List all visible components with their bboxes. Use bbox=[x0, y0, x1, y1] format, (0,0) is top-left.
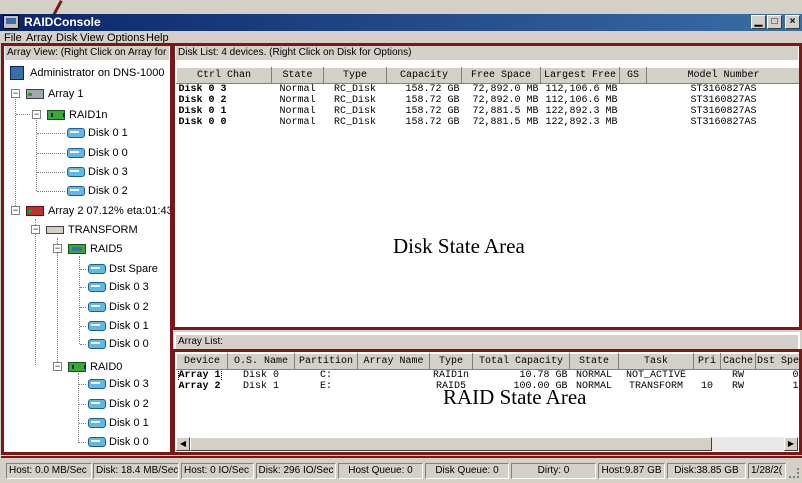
status-host-size: Host:9.87 GB bbox=[598, 463, 665, 479]
minimize-button[interactable]: ▁ bbox=[751, 15, 766, 29]
app-icon bbox=[3, 15, 19, 29]
status-disk-throughput: Disk: 18.4 MB/Sec bbox=[93, 463, 179, 479]
status-host-io: Host: 0 IO/Sec bbox=[181, 463, 254, 479]
status-bar: Host: 0.0 MB/Sec Disk: 18.4 MB/Sec Host:… bbox=[0, 458, 802, 483]
status-host-queue: Host Queue: 0 bbox=[338, 463, 423, 479]
resize-grip-icon[interactable] bbox=[789, 468, 799, 478]
close-button[interactable]: × bbox=[785, 15, 800, 29]
maximize-button[interactable]: □ bbox=[767, 15, 782, 29]
array-view-annotation-frame bbox=[1, 43, 173, 455]
status-disk-queue: Disk Queue: 0 bbox=[425, 463, 509, 479]
raid-state-annotation-frame bbox=[172, 349, 802, 455]
disk-state-annotation-frame bbox=[172, 43, 802, 330]
status-disk-io: Disk: 296 IO/Sec bbox=[256, 463, 336, 479]
status-host-throughput: Host: 0.0 MB/Sec bbox=[6, 463, 92, 479]
status-date: 1/28/2( bbox=[748, 463, 786, 479]
title-bar[interactable]: RAIDConsole ▁ □ × bbox=[0, 14, 802, 31]
window-title: RAIDConsole bbox=[24, 15, 101, 29]
status-disk-size: Disk:38.85 GB bbox=[667, 463, 746, 479]
array-list-header: Array List: bbox=[176, 335, 798, 349]
status-dirty: Dirty: 0 bbox=[511, 463, 596, 479]
raid-console-window: RAIDConsole ▁ □ × File Array Disk View O… bbox=[0, 0, 802, 483]
